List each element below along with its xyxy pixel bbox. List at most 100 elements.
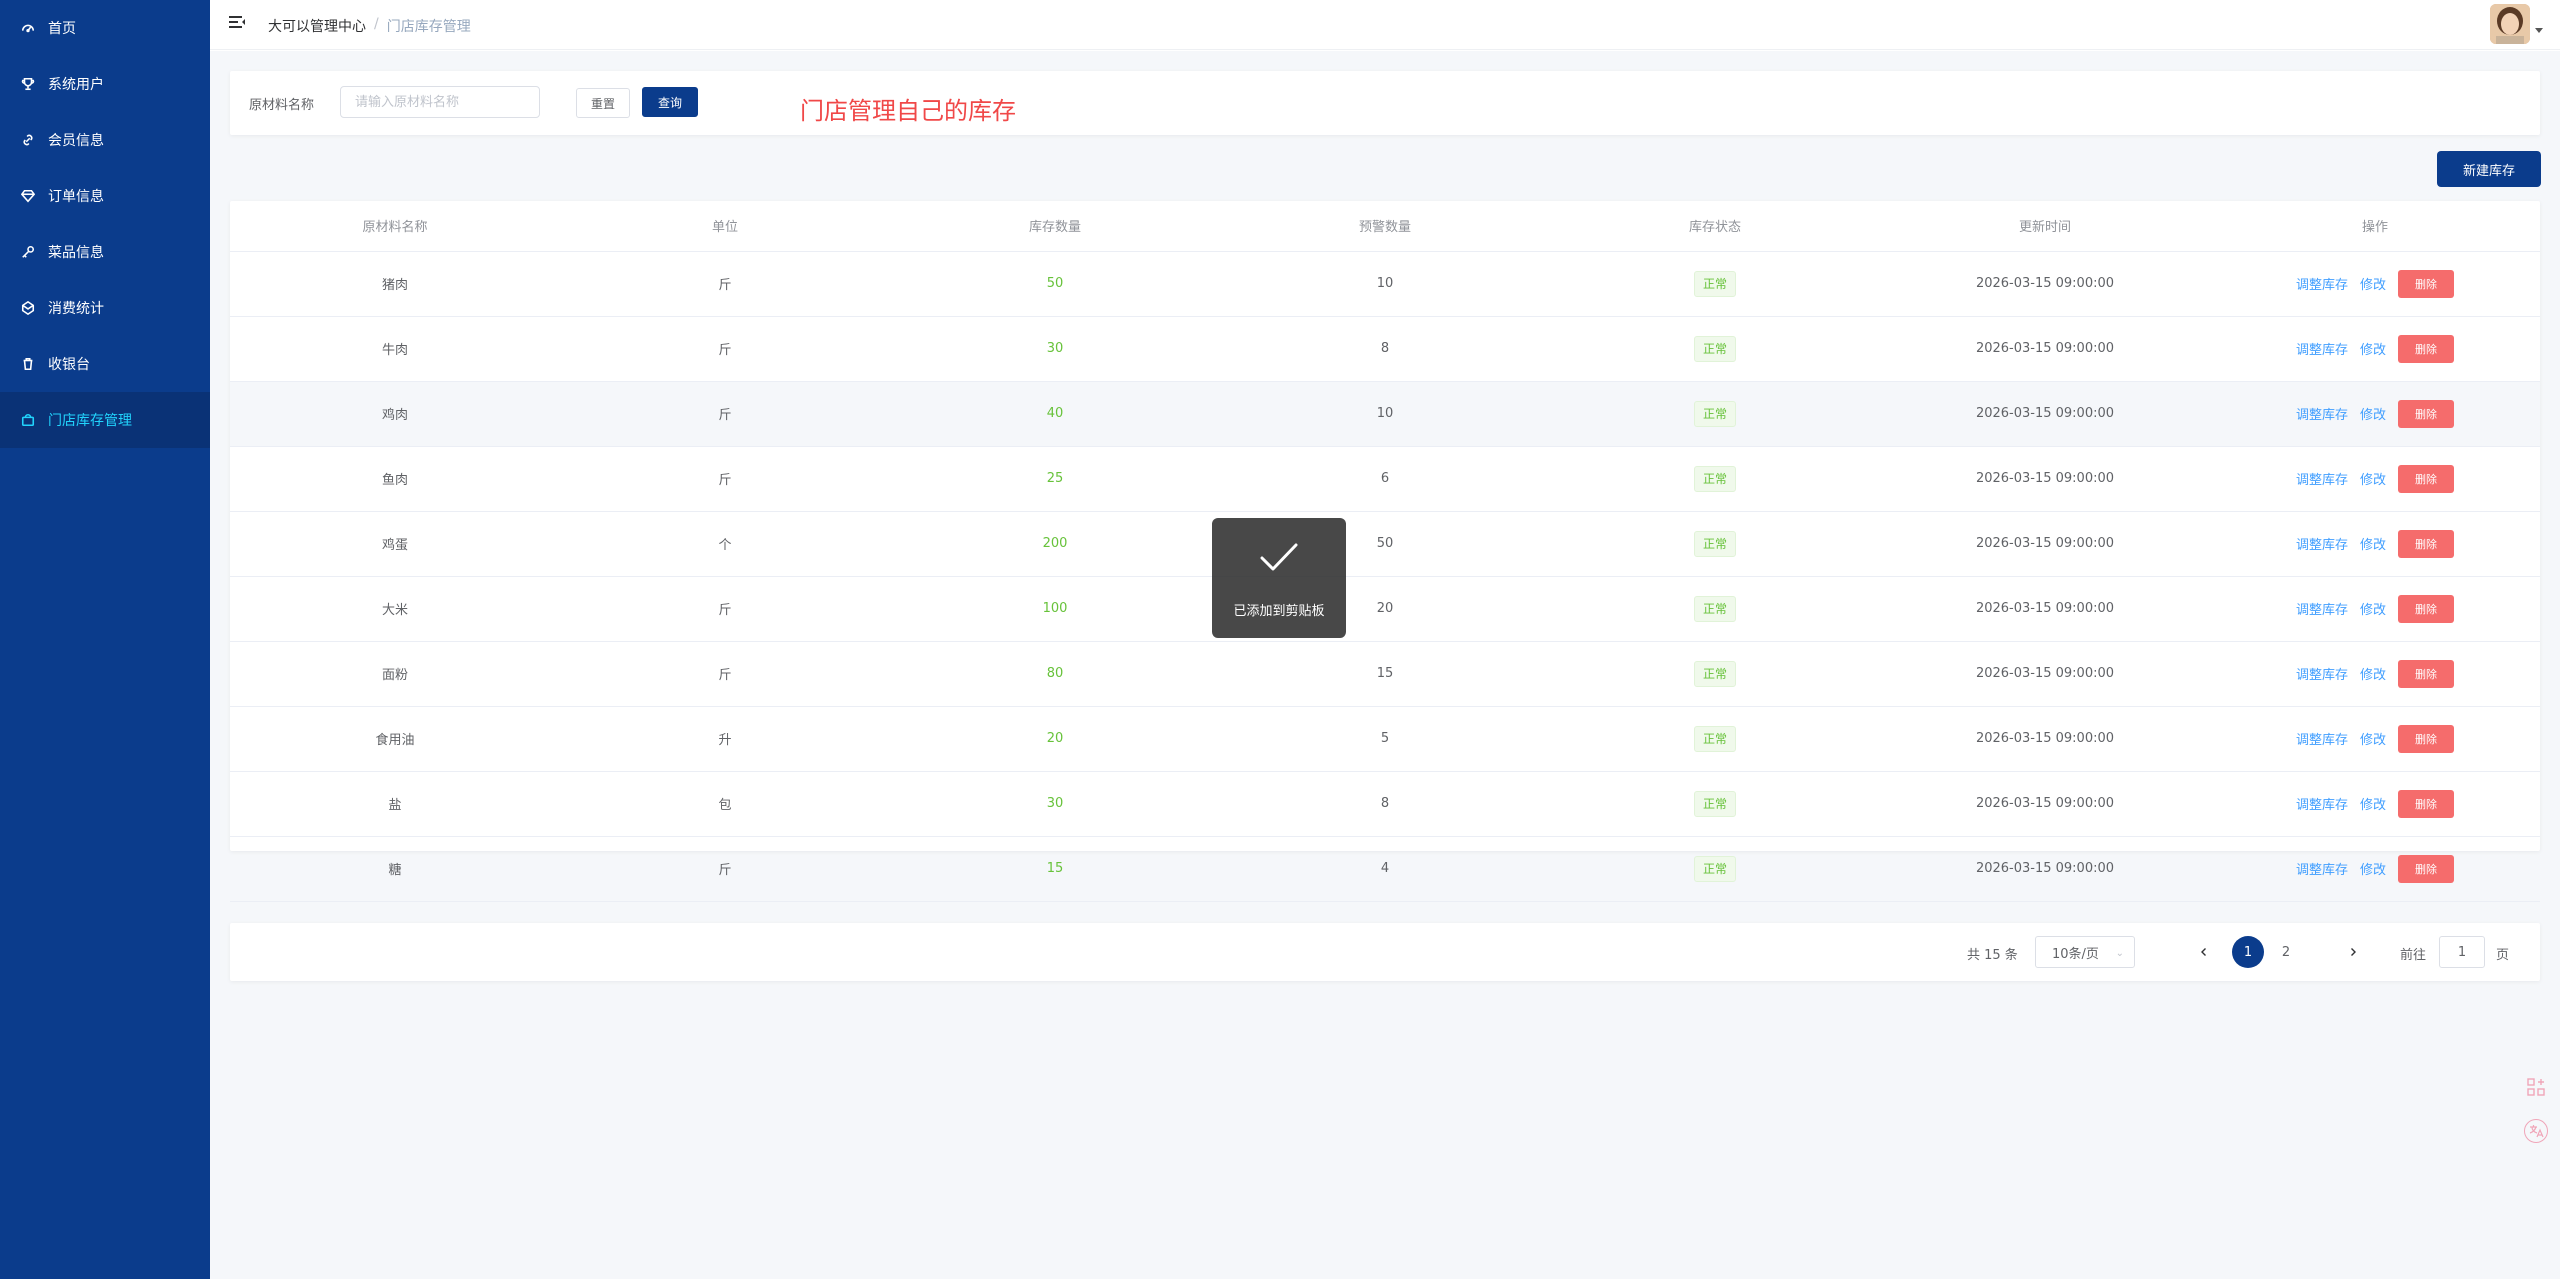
cell-status: 正常 [1550, 251, 1880, 317]
sidebar-item-label: 门店库存管理 [48, 413, 132, 429]
adjust-stock-button[interactable]: 调整库存 [2296, 599, 2348, 618]
delete-button[interactable]: 删除 [2398, 594, 2455, 623]
chevron-right-icon [2351, 948, 2356, 956]
cell-material-name: 猪肉 [230, 251, 560, 317]
edit-button[interactable]: 修改 [2360, 794, 2386, 813]
avatar[interactable] [2490, 4, 2530, 44]
cell-updated: 2026-03-15 09:00:00 [1880, 771, 2210, 837]
page-2-button[interactable]: 2 [2270, 936, 2302, 968]
adjust-stock-button[interactable]: 调整库存 [2296, 664, 2348, 683]
adjust-stock-button[interactable]: 调整库存 [2296, 534, 2348, 553]
toast-message: 已添加到剪贴板 [1233, 604, 1325, 619]
column-header-name: 原材料名称 [230, 201, 560, 252]
cell-warning: 10 [1220, 381, 1550, 447]
material-name-input[interactable] [340, 86, 540, 118]
cell-status: 正常 [1550, 641, 1880, 707]
adjust-stock-button[interactable]: 调整库存 [2296, 339, 2348, 358]
cell-status: 正常 [1550, 316, 1880, 382]
cell-stock: 80 [890, 641, 1220, 707]
gem-icon [20, 300, 36, 316]
edit-button[interactable]: 修改 [2360, 859, 2386, 878]
cell-updated: 2026-03-15 09:00:00 [1880, 251, 2210, 317]
adjust-stock-button[interactable]: 调整库存 [2296, 274, 2348, 293]
delete-button[interactable]: 删除 [2398, 854, 2455, 883]
delete-button[interactable]: 删除 [2398, 334, 2455, 363]
edit-button[interactable]: 修改 [2360, 274, 2386, 293]
sidebar-item-label: 系统用户 [48, 77, 104, 93]
cell-warning: 5 [1220, 706, 1550, 772]
status-badge: 正常 [1693, 660, 1736, 687]
delete-button[interactable]: 删除 [2398, 399, 2455, 428]
chevron-down-icon[interactable] [2535, 28, 2543, 33]
adjust-stock-button[interactable]: 调整库存 [2296, 729, 2348, 748]
top-header: 大可以管理中心 / 门店库存管理 [210, 0, 2560, 50]
cell-actions: 调整库存 修改 删除 [2210, 576, 2540, 642]
cell-status: 正常 [1550, 576, 1880, 642]
cell-actions: 调整库存 修改 删除 [2210, 771, 2540, 837]
edit-button[interactable]: 修改 [2360, 664, 2386, 683]
cell-actions: 调整库存 修改 删除 [2210, 446, 2540, 512]
column-header-unit: 单位 [560, 201, 890, 252]
breadcrumb: 大可以管理中心 / 门店库存管理 [268, 16, 471, 36]
breadcrumb-home[interactable]: 大可以管理中心 [268, 16, 366, 36]
query-button[interactable]: 查询 [642, 87, 698, 117]
reset-button[interactable]: 重置 [576, 88, 630, 118]
delete-button[interactable]: 删除 [2398, 464, 2455, 493]
sidebar-item-members[interactable]: 会员信息 [0, 112, 210, 168]
table-row: 牛肉斤 30 8 正常 2026-03-15 09:00:00 调整库存 修改 删除 [230, 316, 2540, 382]
adjust-stock-button[interactable]: 调整库存 [2296, 404, 2348, 423]
delete-button[interactable]: 删除 [2398, 529, 2455, 558]
edit-button[interactable]: 修改 [2360, 339, 2386, 358]
table-row: 大米斤 100 20 正常 2026-03-15 09:00:00 调整库存 修改 删除 [230, 576, 2540, 642]
sidebar-item-cashier[interactable]: 收银台 [0, 336, 210, 392]
cell-unit: 个 [560, 511, 890, 577]
cell-unit: 斤 [560, 576, 890, 642]
sidebar-item-statistics[interactable]: 消费统计 [0, 280, 210, 336]
inventory-table: 原材料名称 单位 库存数量 预警数量 库存状态 更新时间 操作 猪肉斤 50 10 正… [230, 201, 2540, 902]
cell-updated: 2026-03-15 09:00:00 [1880, 511, 2210, 577]
status-badge: 正常 [1693, 855, 1736, 882]
sidebar-item-home[interactable]: 首页 [0, 0, 210, 56]
grid-apps-icon[interactable] [2525, 1076, 2547, 1098]
adjust-stock-button[interactable]: 调整库存 [2296, 794, 2348, 813]
adjust-stock-button[interactable]: 调整库存 [2296, 469, 2348, 488]
cell-material-name: 盐 [230, 771, 560, 837]
delete-button[interactable]: 删除 [2398, 789, 2455, 818]
cell-stock: 100 [890, 576, 1220, 642]
cell-warning: 8 [1220, 316, 1550, 382]
adjust-stock-button[interactable]: 调整库存 [2296, 859, 2348, 878]
page-size-select[interactable]: 10条/页 ⌄ [2035, 936, 2135, 968]
main-content: 原材料名称 重置 查询 门店管理自己的库存 新建库存 原材料名称 单位 库存数量… [210, 51, 2560, 1279]
sidebar-item-orders[interactable]: 订单信息 [0, 168, 210, 224]
delete-button[interactable]: 删除 [2398, 269, 2455, 298]
column-header-stock: 库存数量 [890, 201, 1220, 252]
column-header-updated: 更新时间 [1880, 201, 2210, 252]
cell-actions: 调整库存 修改 删除 [2210, 251, 2540, 317]
next-page-button[interactable] [2337, 936, 2369, 968]
cell-material-name: 鸡肉 [230, 381, 560, 447]
edit-button[interactable]: 修改 [2360, 729, 2386, 748]
new-inventory-button[interactable]: 新建库存 [2437, 151, 2541, 187]
cell-stock: 200 [890, 511, 1220, 577]
edit-button[interactable]: 修改 [2360, 469, 2386, 488]
sidebar-item-dishes[interactable]: 菜品信息 [0, 224, 210, 280]
edit-button[interactable]: 修改 [2360, 404, 2386, 423]
status-badge: 正常 [1693, 270, 1736, 297]
sidebar-item-store-inventory[interactable]: 门店库存管理 [0, 392, 210, 448]
page-1-button[interactable]: 1 [2232, 936, 2264, 968]
cell-actions: 调整库存 修改 删除 [2210, 706, 2540, 772]
translate-icon[interactable] [2524, 1119, 2548, 1143]
cell-status: 正常 [1550, 836, 1880, 902]
menu-toggle-icon[interactable] [228, 14, 248, 34]
cell-actions: 调整库存 修改 删除 [2210, 381, 2540, 447]
delete-button[interactable]: 删除 [2398, 724, 2455, 753]
cell-stock: 50 [890, 251, 1220, 317]
edit-button[interactable]: 修改 [2360, 599, 2386, 618]
prev-page-button[interactable] [2188, 936, 2220, 968]
delete-button[interactable]: 删除 [2398, 659, 2455, 688]
goto-page-input[interactable] [2439, 936, 2485, 968]
pagination-total: 共 15 条 [1967, 948, 2018, 963]
cell-material-name: 鱼肉 [230, 446, 560, 512]
sidebar-item-system-users[interactable]: 系统用户 [0, 56, 210, 112]
edit-button[interactable]: 修改 [2360, 534, 2386, 553]
